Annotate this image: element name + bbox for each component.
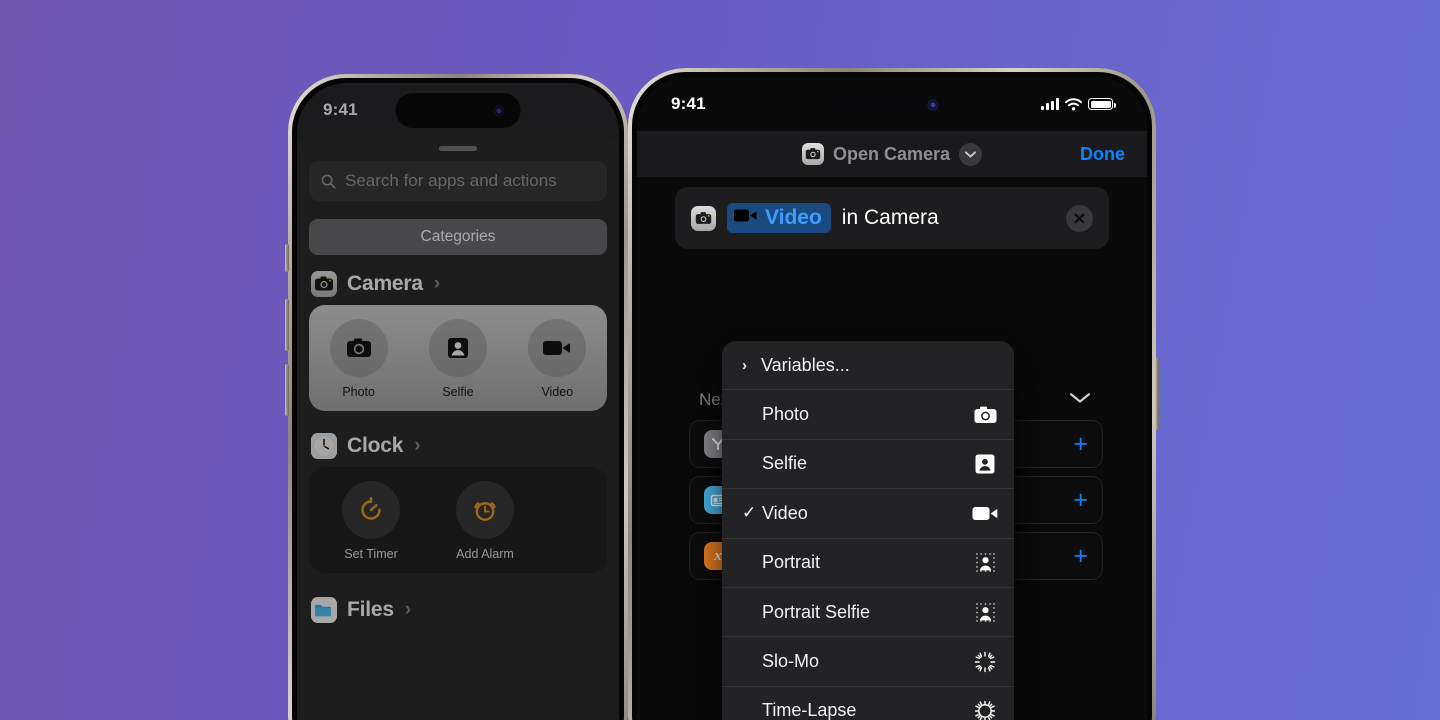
chevron-right-icon: › bbox=[433, 273, 441, 294]
camera-app-icon bbox=[801, 143, 824, 165]
camera-icon bbox=[329, 319, 388, 377]
menu-item-label: Portrait bbox=[762, 552, 821, 573]
action-label: Video bbox=[541, 385, 574, 399]
chevron-right-icon: › bbox=[404, 599, 412, 620]
action-label: Set Timer bbox=[344, 547, 398, 561]
chevron-down-icon[interactable] bbox=[1069, 391, 1091, 409]
section-header-camera[interactable]: Camera › bbox=[297, 255, 619, 305]
chevron-down-icon[interactable] bbox=[959, 142, 983, 166]
video-camera-icon bbox=[734, 208, 758, 228]
action-label: Photo bbox=[342, 385, 375, 399]
action-trailing-text: in Camera bbox=[841, 206, 939, 229]
cellular-signal-icon bbox=[1041, 98, 1059, 110]
person-portrait-icon bbox=[428, 319, 487, 377]
section-title: Files bbox=[347, 598, 394, 621]
alarm-clock-icon bbox=[456, 481, 514, 539]
done-button[interactable]: Done bbox=[1080, 144, 1125, 165]
left-phone-screen: 9:41 Search for apps and actions Categor… bbox=[297, 83, 619, 720]
menu-item-selfie[interactable]: Selfie bbox=[722, 440, 1014, 490]
right-status-bar: 9:41 bbox=[637, 77, 1147, 131]
section-title: Clock bbox=[347, 434, 404, 457]
right-phone: 9:41 Open Camera Done Next + + x + Video… bbox=[628, 68, 1159, 720]
video-camera-icon bbox=[528, 319, 587, 377]
menu-item-photo[interactable]: Photo bbox=[722, 390, 1014, 440]
search-placeholder: Search for apps and actions bbox=[345, 171, 557, 190]
mute-switch[interactable] bbox=[285, 244, 289, 272]
open-camera-action-card[interactable]: Video in Camera bbox=[675, 187, 1109, 249]
section-title: Camera bbox=[347, 272, 423, 295]
menu-item-portrait[interactable]: Portrait bbox=[722, 539, 1014, 588]
menu-item-time-lapse[interactable]: Time-Lapse bbox=[722, 687, 1014, 720]
left-phone: 9:41 Search for apps and actions Categor… bbox=[285, 74, 628, 720]
status-time: 9:41 bbox=[671, 94, 706, 113]
timer-icon bbox=[342, 481, 400, 539]
menu-item-label: Selfie bbox=[762, 453, 808, 474]
action-video[interactable]: Video bbox=[521, 319, 593, 399]
camera-app-icon bbox=[311, 271, 337, 297]
slomo-icon bbox=[972, 651, 998, 673]
camera-app-icon bbox=[691, 205, 716, 231]
action-label: Add Alarm bbox=[456, 547, 514, 561]
person-portrait-icon bbox=[972, 454, 998, 474]
video-parameter-token[interactable]: Video bbox=[727, 203, 831, 233]
video-camera-icon bbox=[972, 505, 998, 522]
shortcut-title-group[interactable]: Open Camera bbox=[801, 142, 983, 166]
action-label: Selfie bbox=[442, 385, 474, 399]
categories-label: Categories bbox=[420, 228, 496, 245]
menu-item-portrait-selfie[interactable]: Portrait Selfie bbox=[722, 588, 1014, 638]
action-library-sheet: Search for apps and actions Categories C… bbox=[297, 137, 619, 720]
wifi-icon bbox=[1065, 97, 1082, 110]
menu-item-variables[interactable]: › Variables... bbox=[722, 341, 1014, 391]
menu-item-label: Slo-Mo bbox=[762, 651, 820, 672]
camera-icon bbox=[972, 406, 998, 424]
menu-item-label: Variables... bbox=[761, 354, 850, 375]
menu-item-label: Portrait Selfie bbox=[762, 601, 871, 622]
clock-app-icon bbox=[311, 433, 337, 459]
action-selfie[interactable]: Selfie bbox=[422, 319, 494, 399]
checkmark-icon: ✓ bbox=[742, 503, 757, 523]
menu-item-slo-mo[interactable]: Slo-Mo bbox=[722, 637, 1014, 687]
categories-button[interactable]: Categories bbox=[309, 219, 607, 255]
action-add-alarm[interactable]: Add Alarm bbox=[449, 481, 521, 561]
portrait-depth-icon bbox=[972, 602, 998, 623]
search-input[interactable]: Search for apps and actions bbox=[309, 161, 607, 201]
timelapse-icon bbox=[972, 700, 998, 720]
action-photo[interactable]: Photo bbox=[323, 319, 395, 399]
section-header-files[interactable]: Files › bbox=[297, 573, 619, 631]
status-time: 9:41 bbox=[323, 100, 358, 119]
add-button[interactable]: + bbox=[1073, 487, 1088, 513]
status-indicators bbox=[1041, 97, 1116, 111]
camera-action-row: Photo Selfie Video bbox=[309, 305, 607, 411]
left-phone-inner: 9:41 Search for apps and actions Categor… bbox=[292, 78, 624, 720]
menu-item-video[interactable]: ✓ Video bbox=[722, 489, 1014, 539]
right-phone-screen: 9:41 Open Camera Done Next + + x + Video… bbox=[637, 77, 1147, 720]
volume-up-button[interactable] bbox=[285, 299, 289, 351]
menu-item-label: Photo bbox=[762, 404, 810, 425]
sheet-grabber[interactable] bbox=[439, 146, 477, 151]
files-app-icon bbox=[311, 597, 337, 623]
add-button[interactable]: + bbox=[1073, 543, 1088, 569]
menu-item-label: Video bbox=[762, 502, 808, 523]
section-header-clock[interactable]: Clock › bbox=[297, 411, 619, 467]
chevron-right-icon: › bbox=[414, 435, 421, 456]
token-label: Video bbox=[765, 206, 822, 229]
right-phone-inner: 9:41 Open Camera Done Next + + x + Video… bbox=[632, 72, 1152, 720]
add-button[interactable]: + bbox=[1073, 431, 1088, 457]
volume-down-button[interactable] bbox=[285, 364, 289, 416]
shortcut-title: Open Camera bbox=[832, 143, 951, 164]
left-status-bar: 9:41 bbox=[297, 83, 619, 137]
battery-icon bbox=[1088, 98, 1116, 110]
camera-mode-dropdown-menu: › Variables... Photo Selfie ✓ Video Port… bbox=[722, 341, 1014, 720]
menu-item-label: Time-Lapse bbox=[762, 700, 857, 720]
clock-action-row: Set Timer Add Alarm bbox=[309, 467, 607, 573]
portrait-depth-icon bbox=[972, 552, 998, 573]
search-icon bbox=[321, 174, 336, 189]
chevron-right-icon: › bbox=[742, 356, 747, 374]
close-circle-icon[interactable] bbox=[1066, 204, 1093, 232]
power-button[interactable] bbox=[1155, 358, 1159, 430]
action-set-timer[interactable]: Set Timer bbox=[335, 481, 407, 561]
navigation-bar: Open Camera Done bbox=[637, 131, 1147, 177]
